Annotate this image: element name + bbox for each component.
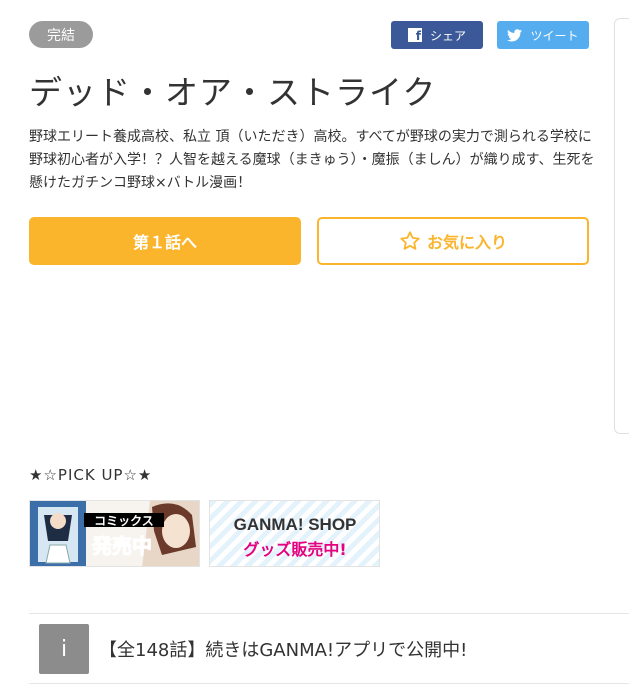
shop-banner-art: GANMA! SHOP グッズ販売中! xyxy=(234,515,357,559)
side-panel xyxy=(614,18,629,434)
series-description: 野球エリート養成高校、私立 頂（いただき）高校。すべてが野球の実力で測られる学校… xyxy=(29,129,595,191)
info-icon: i xyxy=(39,624,89,674)
facebook-icon: f xyxy=(407,28,422,42)
page-title: デッド・オア・ストライク xyxy=(29,73,437,112)
pickup-heading: ★☆PICK UP☆★ xyxy=(29,466,153,484)
comics-banner[interactable]: コミックス 発売中 xyxy=(29,500,200,567)
divider xyxy=(29,683,629,684)
comics-banner-art: コミックス 発売中 xyxy=(30,501,199,566)
status-badge: 完結 xyxy=(29,21,93,48)
shop-banner[interactable]: GANMA! SHOP グッズ販売中! xyxy=(209,500,380,567)
episode-notice: 【全148話】続きはGANMA!アプリで公開中! xyxy=(99,640,468,661)
comics-banner-line2: 発売中 xyxy=(91,534,152,558)
favorite-button[interactable]: お気に入り xyxy=(317,217,589,265)
twitter-icon xyxy=(507,28,523,41)
shop-banner-line2: グッズ販売中! xyxy=(243,540,346,559)
twitter-share-label: ツイート xyxy=(530,28,579,43)
first-episode-button[interactable]: 第１話へ xyxy=(29,217,301,265)
first-episode-label: 第１話へ xyxy=(132,233,197,252)
favorite-label: お気に入り xyxy=(426,233,507,252)
comics-banner-line1: コミックス xyxy=(94,514,154,528)
shop-banner-line1: GANMA! SHOP xyxy=(234,515,357,534)
star-outline-icon xyxy=(400,231,420,250)
divider xyxy=(29,613,629,614)
twitter-share-button[interactable]: ツイート xyxy=(497,21,589,49)
facebook-share-label: シェア xyxy=(429,28,466,43)
facebook-share-button[interactable]: f シェア xyxy=(391,21,483,49)
